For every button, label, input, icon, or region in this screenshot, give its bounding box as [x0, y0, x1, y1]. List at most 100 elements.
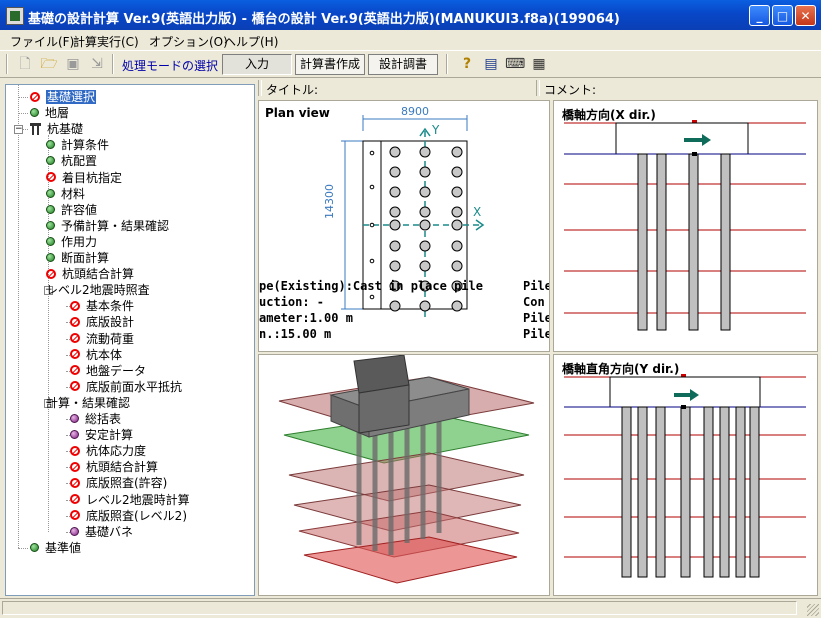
tree-item-label: 許容値 — [61, 202, 98, 217]
tree-item[interactable]: 断面計算 — [46, 250, 109, 266]
tree-item[interactable]: 計算・結果確認 — [46, 395, 130, 411]
complete-icon — [46, 188, 55, 198]
toolbar: 🗋 🗁 ▣ ⇲ 処理モードの選択 入力 計算書作成 設計調書 ? ▤ ⌨ ▦ — [0, 50, 821, 78]
pile-info-value: Pile — [523, 311, 550, 325]
tree-connector — [18, 85, 19, 548]
design-doc-button[interactable]: 設計調書 — [368, 54, 438, 75]
tree-item-label: 着目杭指定 — [62, 170, 123, 185]
book-icon[interactable]: ▤ — [481, 54, 501, 74]
bottom-marker — [681, 405, 686, 409]
menu-help[interactable]: ヘルプ(H) — [224, 33, 278, 50]
tree-item-label: レベル2地震時計算 — [86, 492, 190, 507]
tree-item-label: 杭体応力度 — [86, 444, 147, 459]
status-bar — [0, 598, 821, 618]
export-icon[interactable]: ⇲ — [87, 54, 107, 74]
anchor-point — [369, 294, 375, 300]
x-dir-panel[interactable]: 橋軸方向(X dir.) — [553, 100, 818, 352]
help-icon[interactable]: ? — [457, 54, 477, 74]
tree-item[interactable]: 基準値 — [30, 540, 81, 556]
pile-circle — [419, 166, 431, 178]
pile-circle — [389, 260, 401, 272]
menu-file[interactable]: ファイル(F) — [10, 33, 74, 50]
navigation-tree[interactable]: 基礎選択 地層 − 杭基礎 計算条件 杭配置 着目杭指定 材料 許容値 予備計算・結果確認 作用力断… — [5, 84, 255, 596]
pile — [749, 406, 760, 578]
tree-item[interactable]: 杭頭結合計算 — [46, 266, 134, 282]
window-title: 基礎の設計計算 Ver.9(英語出力版) - 橋台の設計 Ver.9(英語出力版… — [28, 12, 620, 27]
tree-item-label: 基礎バネ — [85, 524, 134, 539]
app-icon[interactable] — [6, 7, 24, 25]
menu-options[interactable]: オプション(O) — [149, 33, 228, 50]
pile-circle — [419, 260, 431, 272]
3d-model-drawing — [278, 355, 535, 584]
3d-view-panel[interactable] — [258, 354, 550, 596]
open-folder-icon[interactable]: 🗁 — [39, 54, 59, 74]
tree-item-label: 底版設計 — [86, 315, 135, 330]
comment-field-label: コメント: — [544, 83, 597, 97]
tree-item[interactable]: 安定計算 — [70, 427, 133, 443]
not-set-icon — [70, 316, 80, 327]
menu-calc[interactable]: 計算実行(C) — [73, 33, 139, 50]
keyboard-icon[interactable]: ⌨ — [505, 54, 525, 74]
resize-grip[interactable] — [807, 604, 819, 616]
pile-circle — [419, 300, 431, 312]
tree-item[interactable]: 底版照査(レベル2) — [70, 508, 187, 524]
tree-item[interactable]: 底版前面水平抵抗 — [70, 379, 182, 395]
title-bar[interactable]: 基礎の設計計算 Ver.9(英語出力版) - 橋台の設計 Ver.9(英語出力版… — [0, 0, 821, 30]
tree-item[interactable]: 許容値 — [46, 202, 97, 218]
tree-item[interactable]: 杭配置 — [46, 153, 97, 169]
tree-item[interactable]: 底版設計 — [70, 314, 134, 330]
pile — [719, 406, 730, 578]
x-axis-label: X — [473, 205, 482, 219]
y-axis-label: Y — [432, 123, 440, 137]
tree-item[interactable]: 着目杭指定 — [46, 170, 122, 186]
y-dir-panel[interactable]: 橋軸直角方向(Y dir.) — [553, 354, 818, 596]
plan-view-panel[interactable]: Plan view 8900 14300 Y X pe(Existing):Ca… — [258, 100, 550, 352]
pile-circle — [419, 240, 431, 252]
pile-info-value: Pile — [523, 279, 550, 293]
maximize-button[interactable]: □ — [772, 5, 793, 26]
tree-item[interactable]: レベル2地震時照査 — [46, 282, 150, 298]
pile-circle — [419, 219, 431, 231]
save-icon[interactable]: ▣ — [63, 54, 83, 74]
tree-item[interactable]: 総括表 — [70, 411, 121, 427]
tree-item[interactable]: 杭体応力度 — [70, 443, 146, 459]
tree-item[interactable]: レベル2地震時計算 — [70, 492, 190, 508]
calculator-icon[interactable]: ▦ — [529, 54, 549, 74]
close-button[interactable]: ✕ — [795, 5, 816, 26]
tree-item[interactable]: 底版照査(許容) — [70, 475, 167, 491]
pile-circle — [419, 206, 431, 218]
tree-item[interactable]: 地層 — [30, 105, 69, 121]
tree-item[interactable]: 基礎バネ — [70, 524, 133, 540]
tree-item[interactable]: 地盤データ — [70, 363, 146, 379]
footing-section — [609, 376, 761, 408]
new-document-icon[interactable]: 🗋 — [15, 54, 35, 74]
tree-item-label: 地層 — [45, 106, 70, 121]
input-mode-button[interactable]: 入力 — [222, 54, 292, 75]
not-set-icon — [30, 91, 40, 102]
anchor-point — [369, 184, 375, 190]
info-bar: タイトル: コメント: — [258, 78, 821, 98]
tree-item[interactable]: 作用力 — [46, 234, 97, 250]
tree-item[interactable]: 基礎選択 — [30, 89, 97, 105]
tree-item[interactable]: 計算条件 — [46, 137, 109, 153]
complete-icon — [46, 236, 55, 246]
tree-item[interactable]: 流動荷重 — [70, 331, 134, 347]
tree-connector — [18, 97, 28, 98]
pile-circle — [451, 146, 463, 158]
pile-info-line: ameter:1.00 m — [259, 311, 353, 325]
pile — [637, 153, 648, 331]
tree-item[interactable]: 杭頭結合計算 — [70, 459, 158, 475]
tree-item-label: 総括表 — [85, 412, 122, 426]
tree-collapse-toggle[interactable]: − — [14, 125, 23, 135]
tree-item[interactable]: 予備計算・結果確認 — [46, 218, 169, 234]
result-icon — [70, 430, 79, 440]
tree-item[interactable]: 杭本体 — [70, 347, 122, 363]
minimize-button[interactable]: _ — [749, 5, 770, 26]
report-mode-button[interactable]: 計算書作成 — [295, 54, 365, 75]
pile — [688, 153, 699, 331]
tree-item[interactable]: 杭基礎 — [30, 121, 83, 137]
tree-item[interactable]: 基本条件 — [70, 298, 134, 314]
tree-item[interactable]: 材料 — [46, 186, 85, 202]
pile-circle — [451, 219, 463, 231]
pile-circle — [419, 146, 431, 158]
